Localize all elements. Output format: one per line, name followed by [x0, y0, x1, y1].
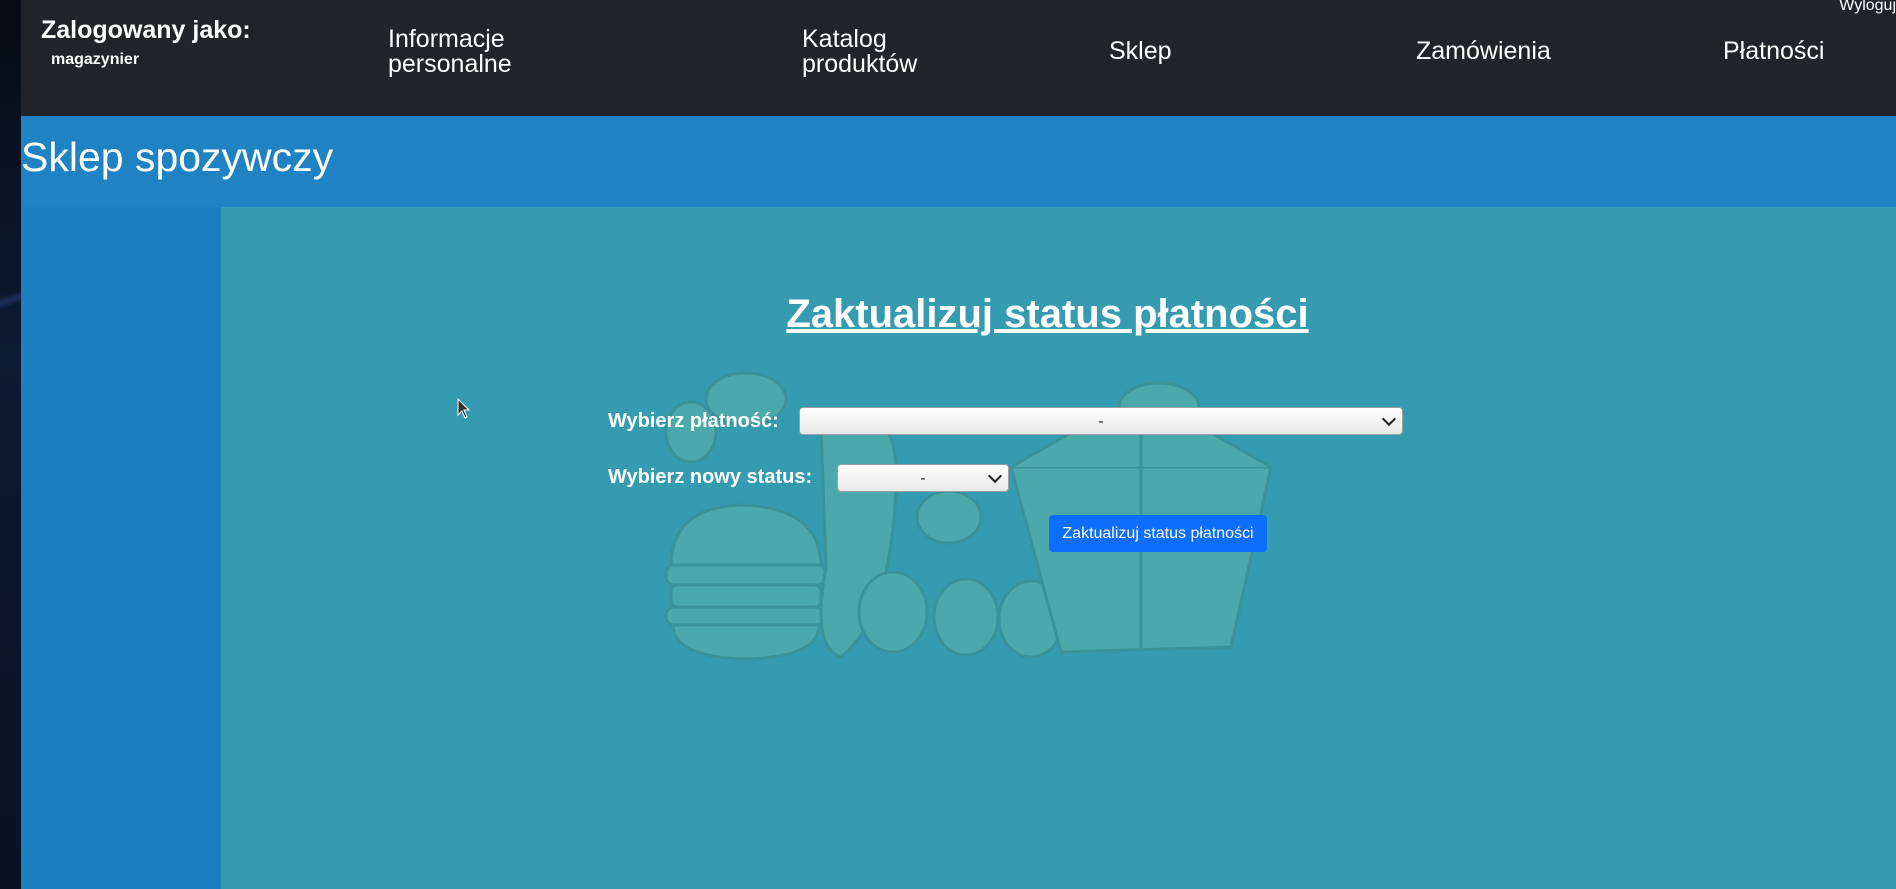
desktop-background-strip: [0, 0, 21, 889]
status-select-value: -: [920, 469, 926, 487]
chevron-down-icon: [1381, 411, 1397, 427]
payment-select[interactable]: -: [799, 407, 1403, 435]
page-heading: Zaktualizuj status płatności: [786, 292, 1309, 336]
nav-shop[interactable]: Sklep: [1109, 39, 1172, 64]
title-band: Sklep spozywczy: [21, 116, 1896, 207]
mouse-cursor-icon: [457, 398, 471, 419]
payment-select-value: -: [1098, 412, 1104, 430]
main-content: Zaktualizuj status płatności Wybierz pła…: [221, 207, 1896, 889]
site-title: Sklep spozywczy: [21, 134, 334, 180]
username: magazynier: [51, 51, 140, 68]
nav-personal-info[interactable]: Informacje personalne: [388, 27, 512, 77]
chevron-down-icon: [987, 468, 1003, 484]
payment-select-label: Wybierz płatność:: [608, 410, 779, 432]
nav-payments[interactable]: Płatności: [1723, 39, 1824, 64]
sidebar: [21, 207, 221, 889]
top-navbar: Zalogowany jako: magazynier Wyloguj Info…: [21, 0, 1896, 116]
nav-orders[interactable]: Zamówienia: [1416, 39, 1551, 64]
status-select[interactable]: -: [837, 464, 1009, 492]
nav-product-catalog[interactable]: Katalog produktów: [802, 27, 917, 77]
logout-link[interactable]: Wyloguj: [1839, 0, 1896, 15]
logged-in-label: Zalogowany jako:: [41, 16, 251, 44]
status-select-label: Wybierz nowy status:: [608, 466, 813, 488]
update-payment-status-button[interactable]: Zaktualizuj status płatności: [1049, 515, 1267, 552]
